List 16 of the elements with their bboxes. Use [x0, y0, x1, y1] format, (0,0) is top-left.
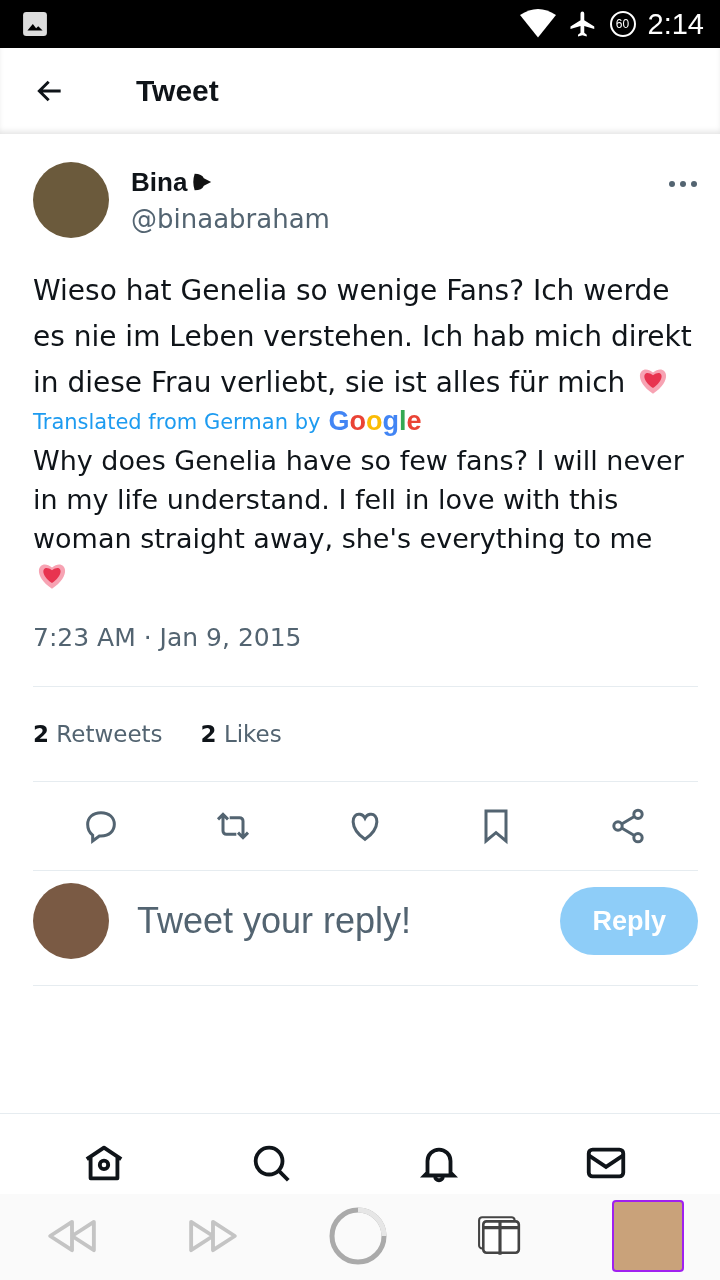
wifi-icon [519, 9, 556, 39]
user-handle: @binaabraham [131, 203, 331, 234]
stat-count[interactable]: 2 Likes [200, 721, 282, 747]
translation-credit[interactable]: Translated from German by Google [33, 406, 698, 437]
stat-count[interactable]: 2 Retweets [33, 721, 163, 747]
battery-indicator: 60 [609, 11, 636, 37]
tweet-text: Wieso hat Genelia so wenige Fans? Ich werde es nie im Leben verstehen. Ich hab mich direkt in diese Frau verliebt, sie ist alles für mich [33, 273, 693, 401]
clock: 2:14 [647, 7, 704, 41]
more-icon[interactable] [668, 180, 698, 188]
page-title: Tweet [136, 74, 219, 108]
loading-spinner-icon [328, 1206, 388, 1266]
translated-text: Why does Genelia have so few fans? I will never in my life understand. I fell in love with this woman straight away, she's everything to me [33, 441, 695, 597]
user-name: Bina [131, 166, 188, 198]
tabs-icon[interactable] [477, 1215, 523, 1257]
image-icon [22, 11, 48, 37]
timestamp: 7:23 AM · Jan 9, 2015 [33, 623, 698, 687]
